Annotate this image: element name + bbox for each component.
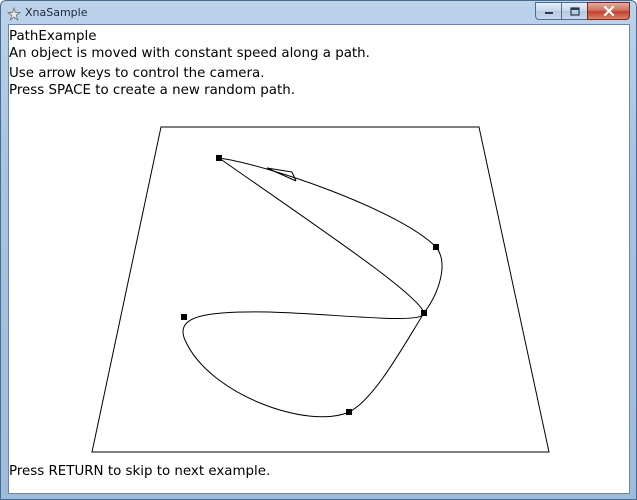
- close-icon: [603, 6, 614, 16]
- render-surface[interactable]: PathExample An object is moved with cons…: [8, 24, 630, 494]
- control-point: [216, 155, 222, 161]
- xna-app-icon[interactable]: [6, 6, 22, 21]
- path-scene: [91, 126, 550, 453]
- minimize-button[interactable]: [535, 2, 561, 20]
- control-point: [421, 310, 427, 316]
- app-window: XnaSample PathExample An object is moved…: [0, 0, 637, 500]
- ground-plane: [91, 126, 550, 453]
- control-point: [181, 314, 187, 320]
- control-point: [433, 244, 439, 250]
- moving-object-arrow: [266, 167, 297, 182]
- window-title: XnaSample: [25, 6, 88, 19]
- maximize-button[interactable]: [561, 2, 587, 20]
- control-point: [346, 409, 352, 415]
- footer-instruction: Press RETURN to skip to next example.: [9, 464, 271, 479]
- minimize-icon: [544, 12, 553, 14]
- title-bar[interactable]: XnaSample: [1, 1, 636, 25]
- maximize-icon: [569, 6, 580, 16]
- caption-buttons: [535, 2, 630, 20]
- close-button[interactable]: [587, 2, 630, 20]
- path-curve: [182, 157, 443, 418]
